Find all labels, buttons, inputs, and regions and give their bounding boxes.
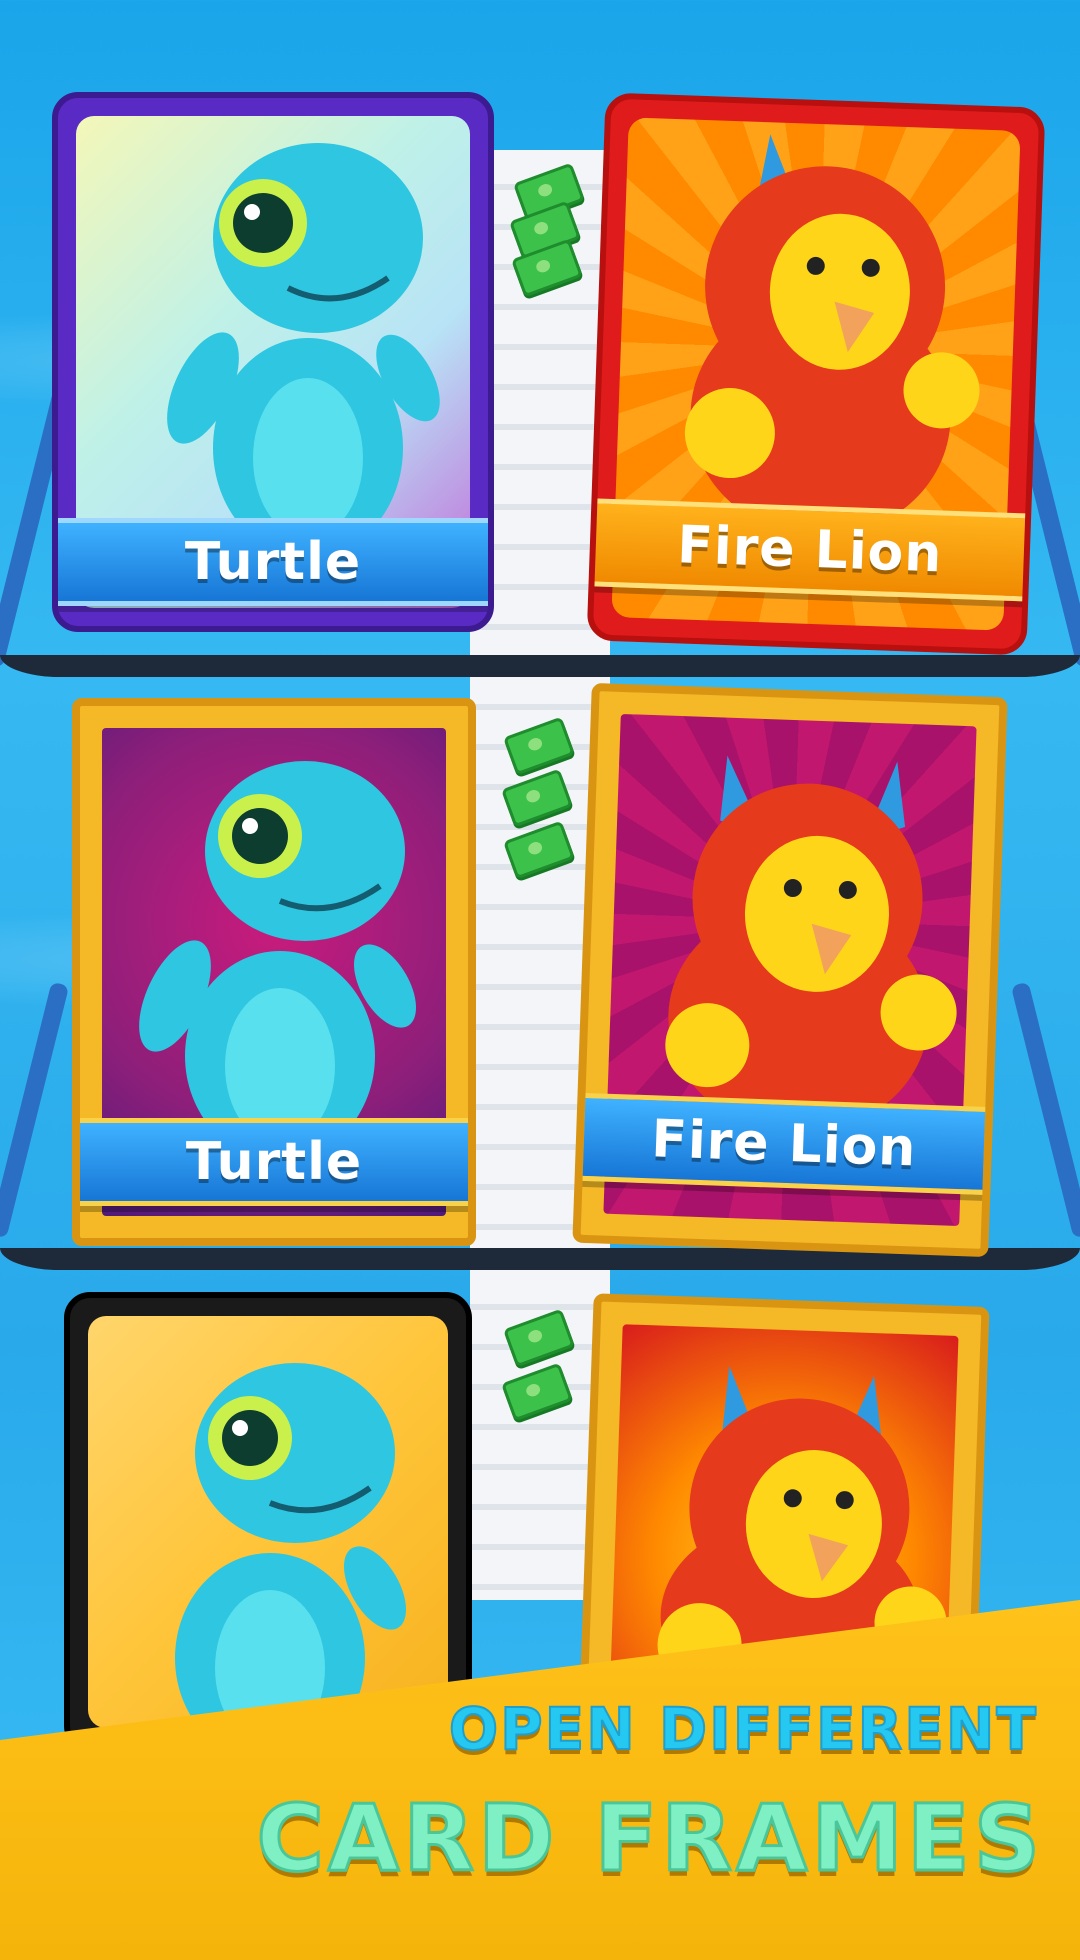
card-name-ribbon: Fire Lion bbox=[572, 1092, 1000, 1196]
fire-lion-character bbox=[684, 134, 980, 537]
turtle-character bbox=[139, 761, 416, 1156]
promo-line-2: CARD FRAMES bbox=[255, 1784, 1044, 1894]
card-turtle-gold[interactable]: Turtle bbox=[72, 698, 476, 1246]
shelf-divider bbox=[0, 655, 1080, 677]
card-name-ribbon: Turtle bbox=[80, 1118, 468, 1206]
card-firelion-red[interactable]: Fire Lion bbox=[586, 92, 1046, 656]
promo-line-1: OPEN DIFFERENT bbox=[448, 1694, 1038, 1764]
card-turtle-holo[interactable]: Turtle bbox=[52, 92, 494, 632]
card-turtle-black[interactable] bbox=[64, 1292, 472, 1752]
rail bbox=[0, 981, 70, 1239]
card-firelion-gold[interactable]: Fire Lion bbox=[572, 682, 1008, 1258]
turtle-character bbox=[167, 143, 440, 548]
card-name-ribbon: Turtle bbox=[58, 518, 488, 606]
card-name-ribbon: Fire Lion bbox=[586, 497, 1040, 602]
fire-lion-character bbox=[665, 755, 957, 1134]
rail bbox=[1010, 981, 1080, 1239]
turtle-character bbox=[175, 1363, 406, 1738]
